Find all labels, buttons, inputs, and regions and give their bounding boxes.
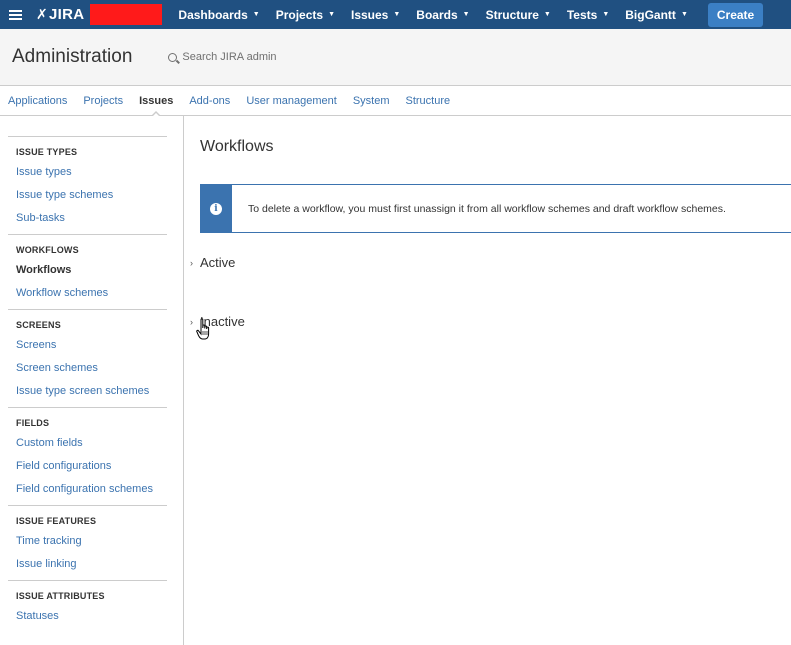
nav-boards[interactable]: Boards ▼ bbox=[408, 0, 477, 29]
sidebar-item-issue-linking[interactable]: Issue linking bbox=[16, 553, 167, 576]
sidebar-group-screens: SCREENS Screens Screen schemes Issue typ… bbox=[8, 309, 167, 407]
nav-projects[interactable]: Projects ▼ bbox=[268, 0, 343, 29]
sidebar-group-issue-attributes: ISSUE ATTRIBUTES Statuses bbox=[8, 580, 167, 632]
admin-header: Administration Search JIRA admin bbox=[0, 29, 791, 85]
sidebar-item-field-configurations[interactable]: Field configurations bbox=[16, 455, 167, 478]
sidebar-item-screens[interactable]: Screens bbox=[16, 334, 167, 357]
sidebar-item-workflows[interactable]: Workflows bbox=[16, 259, 167, 282]
main-content: Workflows i To delete a workflow, you mu… bbox=[184, 116, 791, 645]
info-message-text: To delete a workflow, you must first una… bbox=[248, 202, 726, 215]
info-message-bar: i bbox=[200, 184, 232, 233]
search-icon bbox=[168, 52, 178, 62]
admin-tabs: Applications Projects Issues Add-ons Use… bbox=[0, 85, 791, 118]
tab-structure[interactable]: Structure bbox=[398, 86, 459, 116]
page-title: Administration bbox=[12, 46, 133, 67]
jira-logo[interactable]: ✗ JIRA bbox=[36, 0, 84, 29]
sidebar-item-workflow-schemes[interactable]: Workflow schemes bbox=[16, 282, 167, 305]
redacted-block bbox=[90, 4, 163, 25]
app-switcher-menu-icon[interactable] bbox=[0, 0, 30, 29]
nav-biggantt[interactable]: BigGantt ▼ bbox=[617, 0, 696, 29]
tab-issues[interactable]: Issues bbox=[131, 86, 181, 118]
nav-dashboards-label: Dashboards bbox=[178, 7, 248, 22]
caret-down-icon: ▼ bbox=[543, 11, 551, 18]
nav-tests[interactable]: Tests ▼ bbox=[559, 0, 617, 29]
sidebar-item-time-tracking[interactable]: Time tracking bbox=[16, 530, 167, 553]
jira-logo-text: JIRA bbox=[49, 6, 85, 23]
section-active-label: Active bbox=[200, 255, 236, 270]
chevron-right-icon: › bbox=[190, 257, 193, 268]
sidebar-heading: WORKFLOWS bbox=[16, 245, 79, 255]
info-icon: i bbox=[210, 202, 222, 215]
caret-down-icon: ▼ bbox=[602, 11, 610, 18]
nav-issues-label: Issues bbox=[351, 7, 389, 22]
sidebar-group-workflows: WORKFLOWS Workflows Workflow schemes bbox=[8, 234, 167, 309]
nav-tests-label: Tests bbox=[566, 7, 598, 22]
info-message: i To delete a workflow, you must first u… bbox=[200, 184, 791, 233]
sidebar-item-screen-schemes[interactable]: Screen schemes bbox=[16, 357, 167, 380]
nav-projects-label: Projects bbox=[275, 7, 324, 22]
hand-pointer-cursor-icon bbox=[196, 318, 210, 340]
sidebar-item-issue-types[interactable]: Issue types bbox=[16, 161, 167, 184]
tab-add-ons[interactable]: Add-ons bbox=[181, 86, 238, 116]
jira-logo-icon: ✗ bbox=[36, 6, 49, 22]
sidebar-heading: FIELDS bbox=[16, 418, 50, 428]
sidebar-heading: ISSUE TYPES bbox=[16, 147, 78, 157]
sidebar-item-sub-tasks[interactable]: Sub-tasks bbox=[16, 207, 167, 230]
tab-user-management[interactable]: User management bbox=[238, 86, 345, 116]
nav-dashboards[interactable]: Dashboards ▼ bbox=[170, 0, 267, 29]
create-button[interactable]: Create bbox=[707, 2, 764, 27]
tab-projects[interactable]: Projects bbox=[75, 86, 131, 116]
sidebar-item-issue-type-screen-schemes[interactable]: Issue type screen schemes bbox=[16, 380, 167, 403]
sidebar-heading: ISSUE ATTRIBUTES bbox=[16, 591, 105, 601]
sidebar-item-field-configuration-schemes[interactable]: Field configuration schemes bbox=[16, 478, 167, 501]
nav-issues[interactable]: Issues ▼ bbox=[343, 0, 408, 29]
admin-search-label: Search JIRA admin bbox=[182, 51, 277, 63]
caret-down-icon: ▼ bbox=[393, 11, 401, 18]
sidebar-heading: SCREENS bbox=[16, 320, 61, 330]
section-active-toggle[interactable]: › Active bbox=[190, 255, 235, 270]
sidebar-group-issue-features: ISSUE FEATURES Time tracking Issue linki… bbox=[8, 505, 167, 580]
caret-down-icon: ▼ bbox=[252, 11, 260, 18]
sidebar-group-issue-types: ISSUE TYPES Issue types Issue type schem… bbox=[8, 136, 167, 234]
caret-down-icon: ▼ bbox=[328, 11, 335, 18]
nav-biggantt-label: BigGantt bbox=[625, 7, 676, 22]
caret-down-icon: ▼ bbox=[462, 11, 470, 18]
sidebar-heading: ISSUE FEATURES bbox=[16, 516, 97, 526]
sidebar-item-custom-fields[interactable]: Custom fields bbox=[16, 432, 167, 455]
tab-system[interactable]: System bbox=[345, 86, 398, 116]
admin-sidebar: ISSUE TYPES Issue types Issue type schem… bbox=[0, 116, 184, 645]
sidebar-item-statuses[interactable]: Statuses bbox=[16, 605, 167, 628]
caret-down-icon: ▼ bbox=[680, 11, 688, 18]
nav-structure-label: Structure bbox=[485, 7, 539, 22]
tab-applications[interactable]: Applications bbox=[0, 86, 75, 116]
sidebar-group-fields: FIELDS Custom fields Field configuration… bbox=[8, 407, 167, 505]
admin-search[interactable]: Search JIRA admin bbox=[168, 51, 277, 63]
top-navigation-bar: ✗ JIRA Dashboards ▼ Projects ▼ Issues ▼ Boa… bbox=[0, 0, 791, 29]
nav-structure[interactable]: Structure ▼ bbox=[478, 0, 559, 29]
workflows-title: Workflows bbox=[200, 138, 274, 155]
sidebar-item-issue-type-schemes[interactable]: Issue type schemes bbox=[16, 184, 167, 207]
nav-boards-label: Boards bbox=[416, 7, 458, 22]
